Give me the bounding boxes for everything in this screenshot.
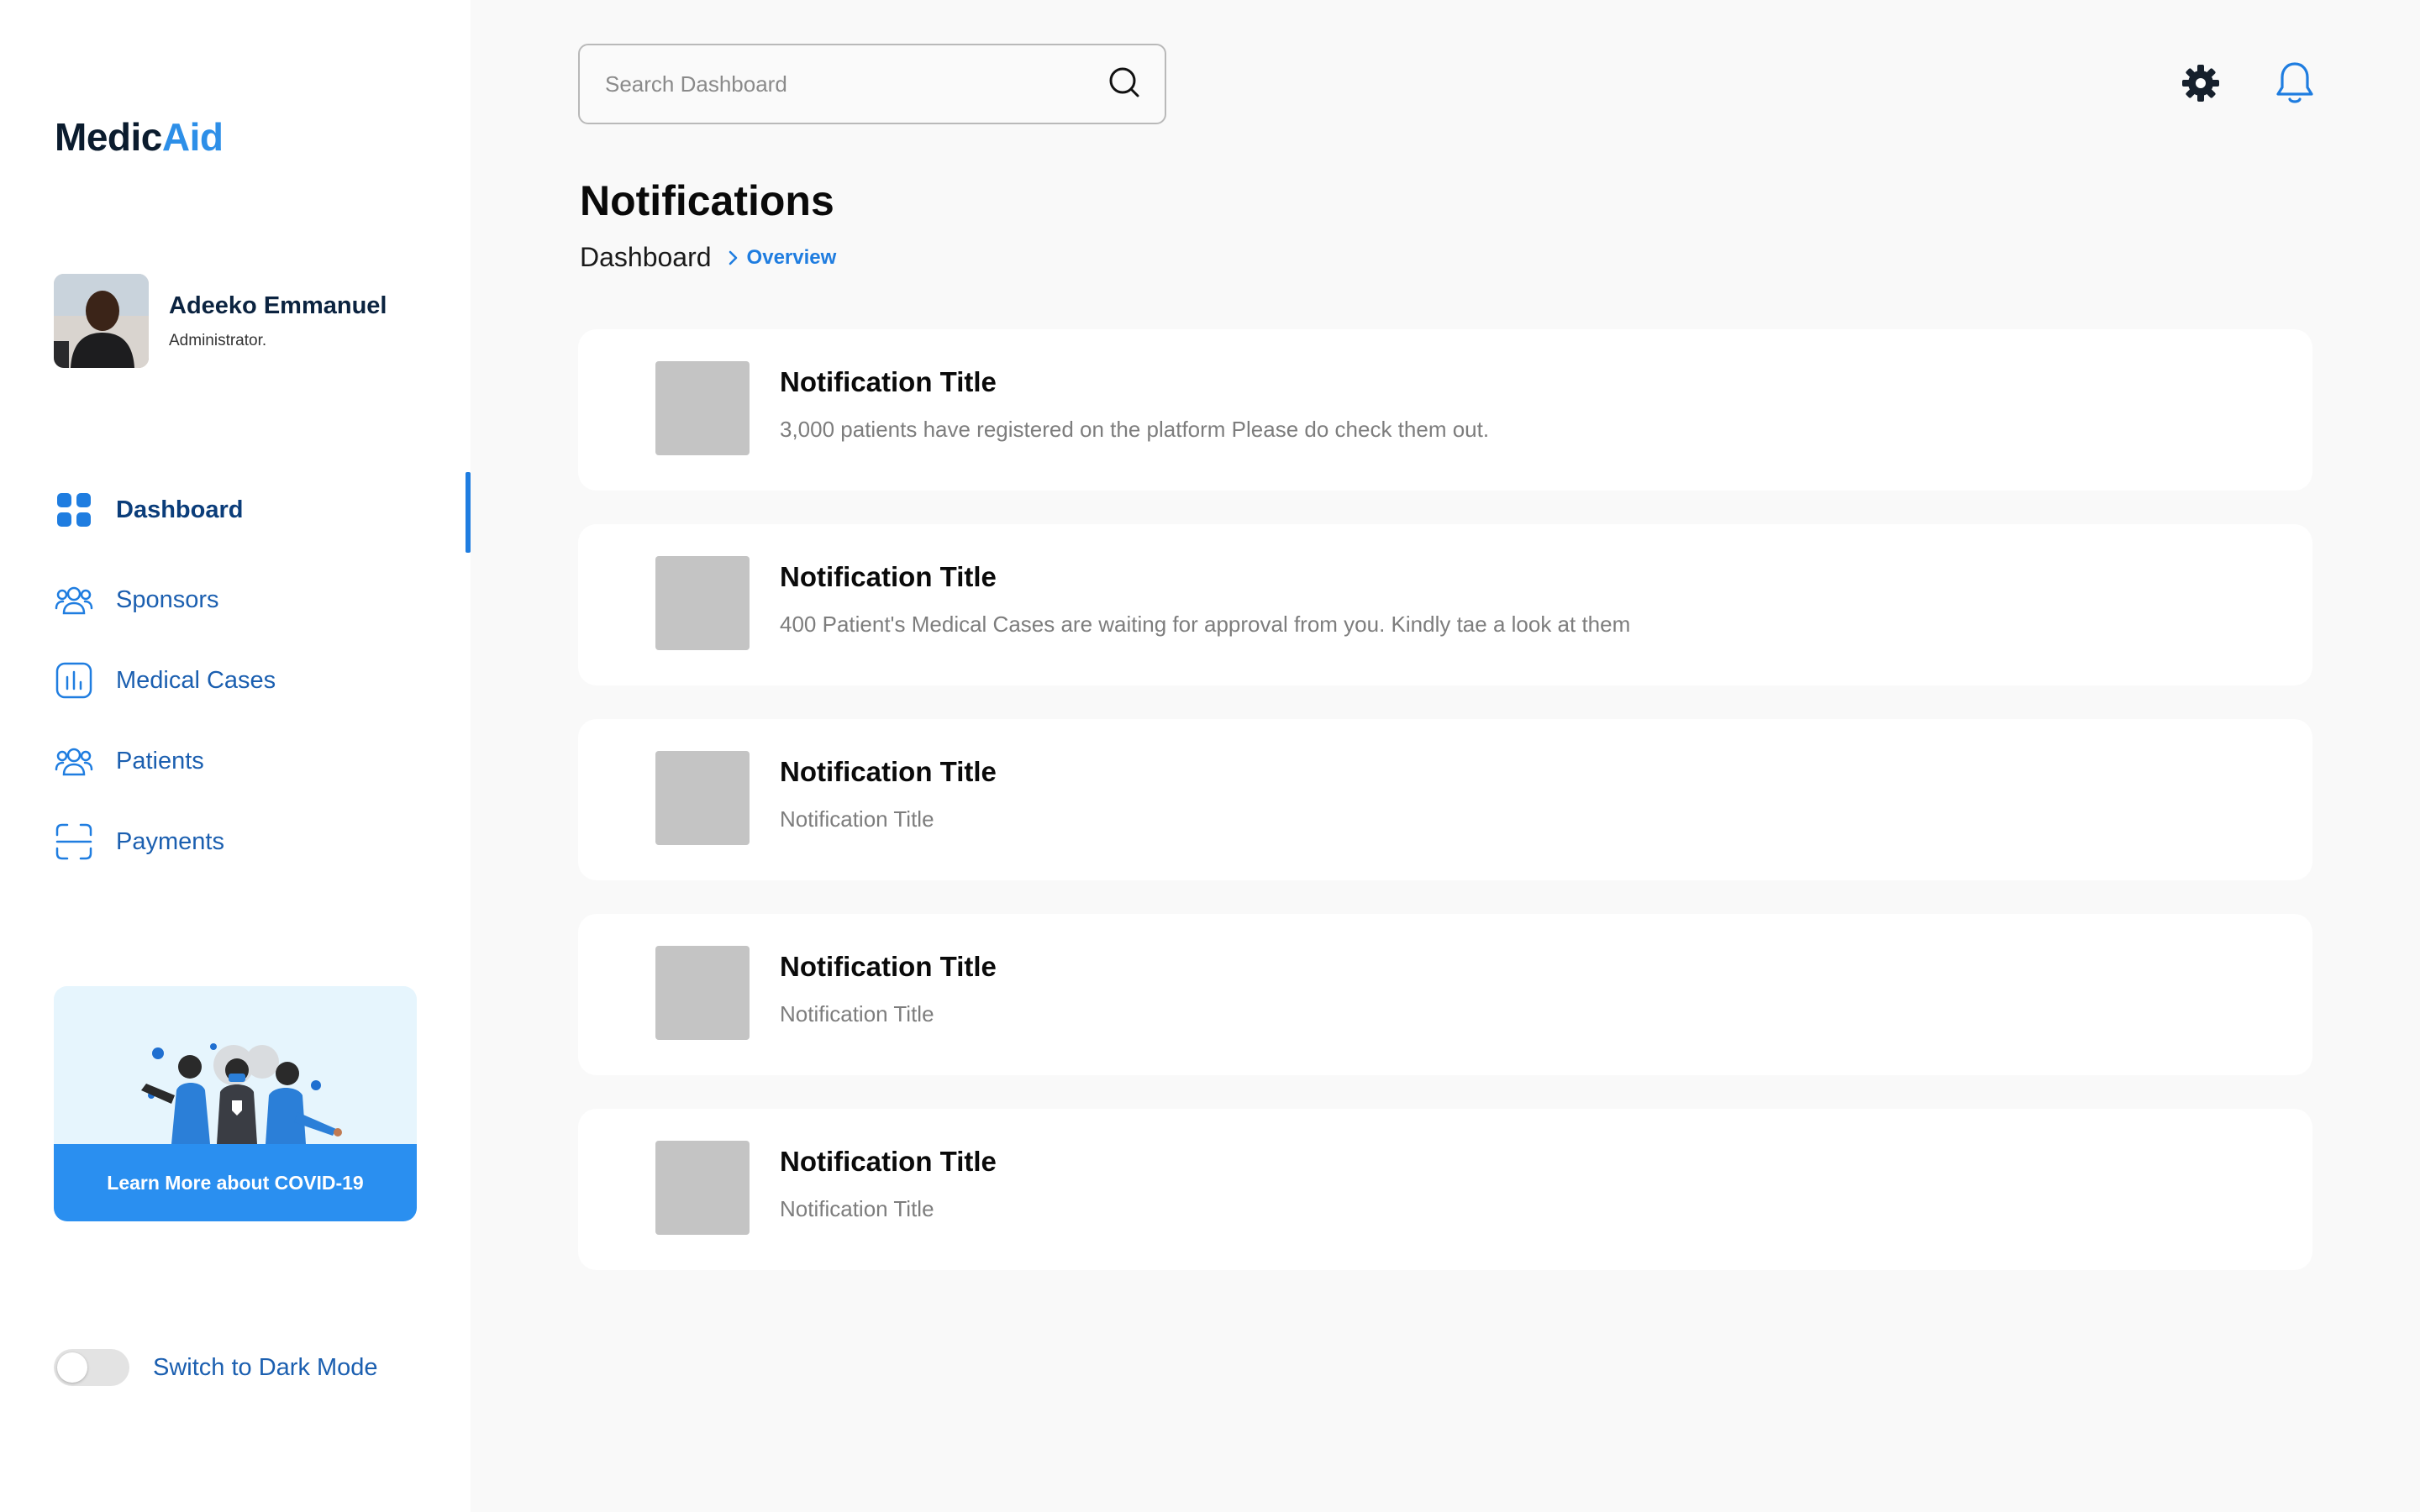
notification-thumbnail bbox=[655, 556, 750, 650]
sidebar-item-dashboard[interactable]: Dashboard bbox=[54, 472, 471, 553]
bell-icon[interactable] bbox=[2274, 60, 2316, 106]
sidebar-item-payments[interactable]: Payments bbox=[54, 801, 471, 882]
notification-card[interactable]: Notification Title Notification Title bbox=[578, 914, 2312, 1075]
notification-card[interactable]: Notification Title 400 Patient's Medical… bbox=[578, 524, 2312, 685]
search-input[interactable] bbox=[605, 71, 1107, 97]
learn-more-covid-button[interactable]: Learn More about COVID-19 bbox=[54, 1144, 417, 1221]
dark-mode-label: Switch to Dark Mode bbox=[153, 1353, 378, 1381]
search-icon[interactable] bbox=[1107, 66, 1141, 103]
notification-title: Notification Title bbox=[780, 951, 997, 982]
sidebar-item-patients[interactable]: Patients bbox=[54, 721, 471, 801]
notification-card[interactable]: Notification Title Notification Title bbox=[578, 719, 2312, 880]
users-icon bbox=[54, 741, 94, 781]
dark-mode-toggle[interactable] bbox=[54, 1349, 129, 1386]
sidebar-item-label: Dashboard bbox=[116, 496, 244, 523]
notification-card[interactable]: Notification Title Notification Title bbox=[578, 1109, 2312, 1270]
breadcrumb-current[interactable]: Overview bbox=[747, 246, 837, 270]
notification-thumbnail bbox=[655, 1141, 750, 1235]
notification-thumbnail bbox=[655, 361, 750, 455]
notification-title: Notification Title bbox=[780, 366, 997, 397]
sidebar-item-label: Medical Cases bbox=[116, 666, 276, 694]
app-logo[interactable]: MedicAid bbox=[55, 114, 224, 160]
bar-chart-icon bbox=[54, 660, 94, 701]
sidebar-item-label: Patients bbox=[116, 747, 204, 774]
notification-thumbnail bbox=[655, 751, 750, 845]
sidebar-item-label: Payments bbox=[116, 827, 224, 855]
sidebar-item-label: Sponsors bbox=[116, 585, 219, 613]
avatar-photo bbox=[54, 274, 149, 368]
avatar bbox=[54, 274, 149, 368]
profile-name: Adeeko Emmanuel bbox=[169, 291, 387, 319]
sidebar-nav: Dashboard Sponsors Medical Cases Patient… bbox=[54, 472, 471, 882]
chevron-right-icon bbox=[725, 249, 742, 266]
covid-info-card: Learn More about COVID-19 bbox=[54, 986, 417, 1221]
breadcrumb-root[interactable]: Dashboard bbox=[580, 242, 712, 273]
profile-role: Administrator. bbox=[169, 331, 267, 349]
breadcrumb: Dashboard Overview bbox=[580, 242, 836, 273]
notification-thumbnail bbox=[655, 946, 750, 1040]
notification-title: Notification Title bbox=[780, 561, 997, 592]
notification-body: 3,000 patients have registered on the pl… bbox=[780, 417, 1490, 442]
notification-body: Notification Title bbox=[780, 1196, 934, 1221]
logo-primary-text: Medic bbox=[55, 115, 162, 159]
sidebar: MedicAid Adeeko Emmanuel Administrator. bbox=[0, 0, 471, 1512]
covid-illustration bbox=[54, 986, 417, 1144]
notification-body: Notification Title bbox=[780, 1001, 934, 1026]
notification-title: Notification Title bbox=[780, 756, 997, 787]
notification-card[interactable]: Notification Title 3,000 patients have r… bbox=[578, 329, 2312, 491]
user-profile[interactable]: Adeeko Emmanuel Administrator. bbox=[54, 274, 387, 368]
gear-icon[interactable] bbox=[2181, 64, 2220, 102]
logo-accent-text: Aid bbox=[161, 115, 224, 159]
page-title: Notifications bbox=[580, 177, 834, 224]
notification-body: 400 Patient's Medical Cases are waiting … bbox=[780, 612, 1631, 637]
notification-body: Notification Title bbox=[780, 806, 934, 832]
scan-icon bbox=[54, 822, 94, 862]
search-bar[interactable] bbox=[578, 44, 1166, 124]
dark-mode-switch[interactable]: Switch to Dark Mode bbox=[54, 1349, 378, 1386]
sidebar-item-medical-cases[interactable]: Medical Cases bbox=[54, 640, 471, 721]
toggle-knob bbox=[57, 1352, 87, 1383]
users-icon bbox=[54, 580, 94, 620]
notification-title: Notification Title bbox=[780, 1146, 997, 1177]
grid-icon bbox=[54, 490, 94, 530]
notification-list: Notification Title 3,000 patients have r… bbox=[578, 329, 2312, 1304]
sidebar-item-sponsors[interactable]: Sponsors bbox=[54, 559, 471, 640]
